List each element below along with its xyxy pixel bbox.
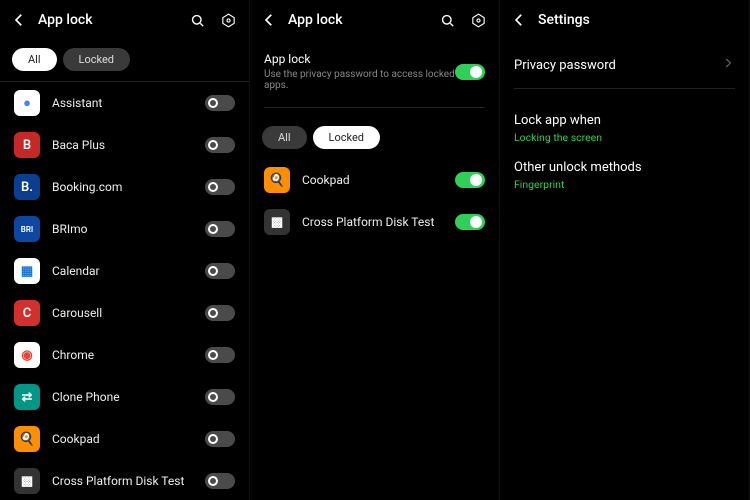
app-icon: ⇄ xyxy=(14,384,40,410)
app-name: Cross Platform Disk Test xyxy=(302,215,443,229)
app-toggle[interactable] xyxy=(205,473,235,489)
app-icon: ● xyxy=(14,90,40,116)
app-name: Calendar xyxy=(52,264,193,278)
privacy-password-row[interactable]: Privacy password xyxy=(500,40,749,78)
app-name: BRImo xyxy=(52,222,193,236)
app-toggle[interactable] xyxy=(205,95,235,111)
list-item: 🍳 Cookpad xyxy=(250,159,499,201)
other-unlock-value: Fingerprint xyxy=(514,178,735,191)
tab-locked[interactable]: Locked xyxy=(313,126,380,149)
settings-gear-icon[interactable] xyxy=(220,12,237,29)
app-toggle[interactable] xyxy=(205,431,235,447)
search-icon[interactable] xyxy=(439,12,456,29)
app-icon: B xyxy=(14,132,40,158)
app-icon: ▦ xyxy=(14,258,40,284)
lock-when-label: Lock app when xyxy=(514,113,735,128)
list-item: ● Assistant xyxy=(0,82,249,124)
tab-all[interactable]: All xyxy=(12,48,57,71)
app-name: Cookpad xyxy=(52,432,193,446)
filter-tabs: All Locked xyxy=(250,118,499,159)
panel-applock-locked: App lock App lock Use the privacy passwo… xyxy=(250,0,500,500)
app-list: ● Assistant B Baca Plus B. Booking.com BRI BRIm… xyxy=(0,82,249,500)
tab-locked[interactable]: Locked xyxy=(63,48,130,71)
lock-when-row[interactable]: Lock app when Locking the screen xyxy=(500,99,749,146)
app-name: Baca Plus xyxy=(52,138,193,152)
list-item: C Carousell xyxy=(0,292,249,334)
divider xyxy=(264,107,485,108)
app-icon: ▩ xyxy=(14,468,40,494)
app-name: Clone Phone xyxy=(52,390,193,404)
app-name: Cookpad xyxy=(302,173,443,187)
back-icon[interactable] xyxy=(510,11,528,29)
app-toggle[interactable] xyxy=(205,179,235,195)
header: App lock xyxy=(0,0,249,40)
master-applock-row: App lock Use the privacy password to acc… xyxy=(250,40,499,97)
app-name: Assistant xyxy=(52,96,193,110)
app-toggle[interactable] xyxy=(205,389,235,405)
back-icon[interactable] xyxy=(10,11,28,29)
divider xyxy=(514,88,735,89)
app-icon: B. xyxy=(14,174,40,200)
app-list: 🍳 Cookpad ▩ Cross Platform Disk Test xyxy=(250,159,499,243)
master-toggle[interactable] xyxy=(455,64,485,80)
app-name: Cross Platform Disk Test xyxy=(52,474,193,488)
app-name: Carousell xyxy=(52,306,193,320)
list-item: 🍳 Cookpad xyxy=(0,418,249,460)
list-item: B Baca Plus xyxy=(0,124,249,166)
list-item: ▦ Calendar xyxy=(0,250,249,292)
list-item: ◉ Chrome xyxy=(0,334,249,376)
privacy-password-label: Privacy password xyxy=(514,58,721,73)
list-item: BRI BRImo xyxy=(0,208,249,250)
app-toggle[interactable] xyxy=(455,214,485,230)
app-icon: ◉ xyxy=(14,342,40,368)
list-item: B. Booking.com xyxy=(0,166,249,208)
app-toggle[interactable] xyxy=(455,172,485,188)
app-icon: BRI xyxy=(14,216,40,242)
app-icon: ▩ xyxy=(264,209,290,235)
lock-when-value: Locking the screen xyxy=(514,131,735,144)
chevron-right-icon xyxy=(721,56,735,74)
other-unlock-row[interactable]: Other unlock methods Fingerprint xyxy=(500,146,749,193)
app-toggle[interactable] xyxy=(205,347,235,363)
app-icon: 🍳 xyxy=(14,426,40,452)
app-icon: C xyxy=(14,300,40,326)
search-icon[interactable] xyxy=(189,12,206,29)
panel-applock-all: App lock All Locked ● Assistant B Baca Plus… xyxy=(0,0,250,500)
app-icon: 🍳 xyxy=(264,167,290,193)
app-toggle[interactable] xyxy=(205,305,235,321)
list-item: ⇄ Clone Phone xyxy=(0,376,249,418)
other-unlock-label: Other unlock methods xyxy=(514,160,735,175)
master-sub: Use the privacy password to access locke… xyxy=(264,69,455,91)
master-label: App lock xyxy=(264,52,455,66)
back-icon[interactable] xyxy=(260,11,278,29)
list-item: ▩ Cross Platform Disk Test xyxy=(250,201,499,243)
page-title: Settings xyxy=(538,12,737,28)
app-toggle[interactable] xyxy=(205,263,235,279)
app-name: Chrome xyxy=(52,348,193,362)
app-toggle[interactable] xyxy=(205,137,235,153)
header: App lock xyxy=(250,0,499,40)
settings-gear-icon[interactable] xyxy=(470,12,487,29)
page-title: App lock xyxy=(38,12,179,28)
app-toggle[interactable] xyxy=(205,221,235,237)
app-name: Booking.com xyxy=(52,180,193,194)
tab-all[interactable]: All xyxy=(262,126,307,149)
page-title: App lock xyxy=(288,12,429,28)
list-item: ▩ Cross Platform Disk Test xyxy=(0,460,249,500)
panel-settings: Settings Privacy password Lock app when … xyxy=(500,0,750,500)
filter-tabs: All Locked xyxy=(0,40,249,81)
header: Settings xyxy=(500,0,749,40)
